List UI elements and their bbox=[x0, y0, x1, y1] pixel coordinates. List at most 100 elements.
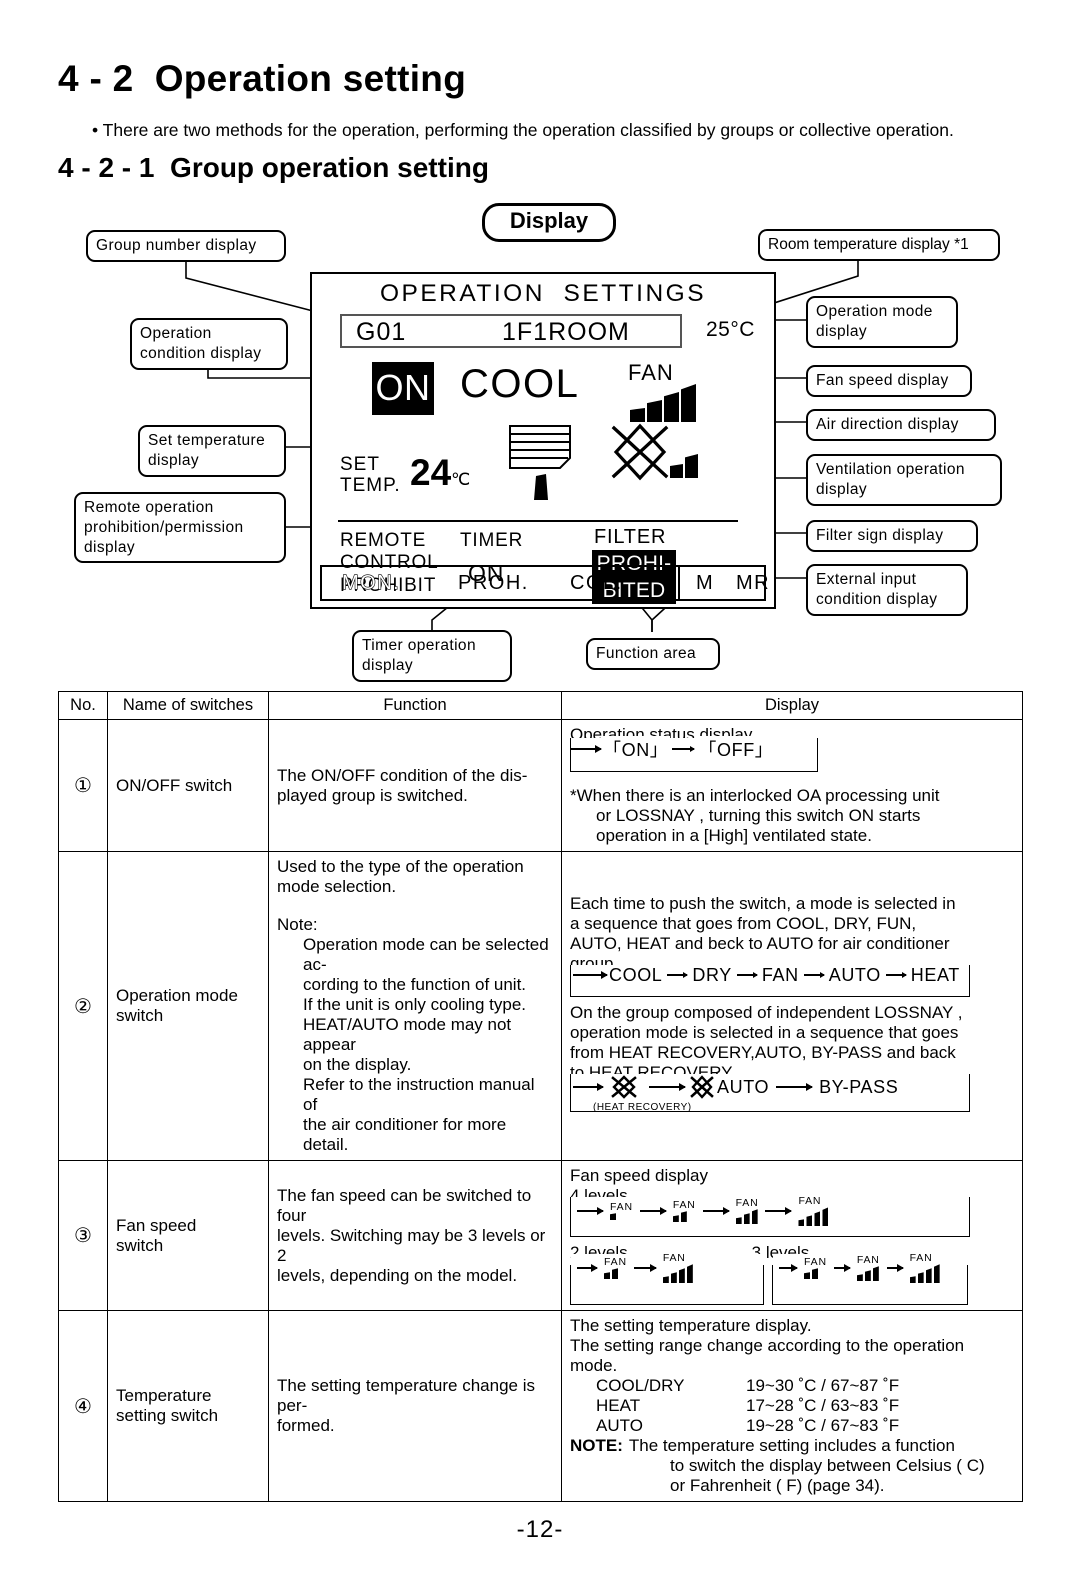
row3-no: ③ bbox=[58, 1160, 108, 1311]
arrow-icon bbox=[736, 971, 758, 978]
function-area-divider bbox=[678, 567, 680, 599]
callout-external-input: External input condition display bbox=[806, 564, 968, 616]
table-row: ③ Fan speed switch The fan speed can be … bbox=[58, 1160, 1023, 1311]
arrow-icon bbox=[779, 1263, 798, 1272]
callout-group-number: Group number display bbox=[86, 230, 286, 262]
mode-sequence-lossnay: AUTO BY-PASS (HEAT RECOVERY) bbox=[570, 1074, 970, 1113]
callout-function-area: Function area bbox=[586, 638, 720, 670]
fan-speed-icon: FAN bbox=[607, 1202, 636, 1221]
arrow-icon bbox=[765, 1206, 793, 1215]
function-key-mr[interactable]: MR bbox=[736, 572, 770, 595]
table-row: ④ Temperature setting switch The setting… bbox=[58, 1310, 1023, 1502]
fan-speed-icon: FAN bbox=[906, 1253, 943, 1284]
row4-display: The setting temperature display. The set… bbox=[561, 1310, 1023, 1502]
lcd-set-temp-value: 24℃ bbox=[410, 452, 471, 493]
lcd-operation-mode: COOL bbox=[460, 362, 580, 406]
arrow-icon bbox=[833, 1263, 851, 1272]
arrow-icon bbox=[649, 1082, 686, 1091]
row4-no: ④ bbox=[58, 1310, 108, 1502]
fan-speed-icon: FAN bbox=[732, 1198, 762, 1225]
heat-recovery-icon bbox=[603, 1075, 645, 1099]
row1-no: ① bbox=[58, 719, 108, 852]
lcd-operation-status: ON bbox=[372, 362, 434, 415]
fan-speed-icon: FAN bbox=[669, 1200, 699, 1223]
on-off-sequence: 「ON」 「OFF」 bbox=[570, 736, 818, 772]
row2-name: Operation mode switch bbox=[107, 851, 269, 1161]
lcd-group-number: G01 bbox=[356, 318, 407, 346]
lcd-room-name: 1F1ROOM bbox=[502, 318, 630, 346]
arrow-icon bbox=[702, 1206, 730, 1215]
function-key-m[interactable]: M bbox=[696, 572, 714, 595]
fan-speed-icon: FAN bbox=[601, 1257, 630, 1280]
arrow-icon bbox=[776, 1082, 814, 1091]
callout-air-direction: Air direction display bbox=[806, 409, 996, 441]
fan-sequence-4: FAN FAN FAN FAN bbox=[570, 1196, 970, 1237]
callout-room-temperature: Room temperature display *1 bbox=[758, 229, 1000, 261]
arrow-icon bbox=[573, 970, 608, 979]
row2-no: ② bbox=[58, 851, 108, 1161]
row2-function: Used to the type of the operation mode s… bbox=[268, 851, 562, 1161]
lcd-room-temperature: 25°C bbox=[706, 318, 755, 341]
row3-function: The fan speed can be switched to four le… bbox=[268, 1160, 562, 1311]
row1-function: The ON/OFF condition of the dis- played … bbox=[268, 719, 562, 852]
row2-display: Each time to push the switch, a mode is … bbox=[561, 851, 1023, 1161]
row1-display: Operation status display 「ON」 「OFF」 *Whe… bbox=[561, 719, 1023, 852]
callout-ventilation: Ventilation operation display bbox=[806, 454, 1002, 506]
lcd-fan-label: FAN bbox=[628, 360, 674, 385]
callout-set-temperature: Set temperature display bbox=[138, 425, 286, 477]
air-direction-icon bbox=[509, 425, 571, 500]
page-number: -12- bbox=[516, 1516, 564, 1543]
row1-name: ON/OFF switch bbox=[107, 719, 269, 852]
callout-fan-speed: Fan speed display bbox=[806, 365, 972, 397]
arrow-icon bbox=[672, 745, 696, 752]
heat-recovery-caption: (HEAT RECOVERY) bbox=[593, 1102, 692, 1113]
lcd-title: OPERATION SETTINGS bbox=[379, 280, 707, 307]
arrow-icon bbox=[885, 971, 907, 978]
ventilation-icon bbox=[611, 423, 669, 481]
callout-remote-operation: Remote operation prohibition/permission … bbox=[74, 492, 286, 564]
lcd-function-area: MON. PROH. COL. M MR bbox=[320, 565, 769, 601]
function-key-col[interactable]: COL. bbox=[570, 572, 623, 595]
row3-display: Fan speed display 4 levels FAN FAN FAN FAN … bbox=[561, 1160, 1023, 1311]
callout-timer-operation: Timer operation display bbox=[352, 630, 512, 682]
fan-speed-icon bbox=[630, 384, 696, 427]
lcd-timer-label: TIMER bbox=[460, 530, 524, 551]
heat-recovery-icon bbox=[689, 1075, 715, 1099]
function-key-mon[interactable]: MON. bbox=[341, 571, 400, 595]
lcd-set-temp-label: SET TEMP. bbox=[340, 454, 401, 497]
callout-operation-mode: Operation mode display bbox=[806, 296, 958, 348]
arrow-icon bbox=[886, 1263, 904, 1272]
arrow-icon bbox=[667, 971, 689, 978]
fan-speed-icon: FAN bbox=[801, 1257, 830, 1280]
fan-sequence-3: FAN FAN FAN bbox=[772, 1253, 968, 1305]
arrow-icon bbox=[577, 1206, 604, 1215]
arrow-icon bbox=[573, 1082, 604, 1091]
note-block: NOTE: The temperature setting includes a… bbox=[570, 1436, 955, 1455]
lcd-group-box: G01 1F1ROOM bbox=[340, 314, 682, 348]
lcd-divider bbox=[338, 520, 738, 522]
mode-sequence-aircon: COOL DRY FAN AUTO HEAT bbox=[570, 964, 970, 997]
arrow-icon bbox=[639, 1206, 667, 1215]
row4-function: The setting temperature change is per- f… bbox=[268, 1310, 562, 1502]
range-row: COOL/DRY 19~30 ˚C / 67~87 ˚F bbox=[596, 1376, 900, 1395]
lcd-display-panel: OPERATION SETTINGS G01 1F1ROOM 25°C ON C… bbox=[310, 272, 776, 609]
fan-sequence-2: FAN FAN bbox=[570, 1253, 764, 1305]
fan-speed-icon: FAN bbox=[659, 1253, 696, 1284]
function-key-proh[interactable]: PROH. bbox=[458, 572, 529, 595]
arrow-icon bbox=[803, 971, 825, 978]
switch-function-table: No. Name of switches Function Display ① … bbox=[58, 691, 1023, 1502]
lcd-filter-label: FILTER bbox=[594, 526, 667, 548]
table-row: ① ON/OFF switch The ON/OFF condition of … bbox=[58, 719, 1023, 852]
callout-operation-condition: Operation condition display bbox=[130, 318, 288, 370]
range-row: AUTO 19~28 ˚C / 67~83 ˚F bbox=[596, 1416, 900, 1435]
display-badge: Display bbox=[482, 203, 616, 242]
fan-speed-icon: FAN bbox=[853, 1255, 883, 1282]
table-row: ② Operation mode switch Used to the type… bbox=[58, 851, 1023, 1161]
callout-filter-sign: Filter sign display bbox=[806, 520, 978, 552]
fan-speed-icon: FAN bbox=[795, 1196, 832, 1227]
ventilation-fan-icon bbox=[670, 454, 698, 483]
arrow-icon bbox=[577, 1263, 598, 1272]
arrow-icon bbox=[571, 744, 602, 753]
range-row: HEAT 17~28 ˚C / 63~83 ˚F bbox=[596, 1396, 900, 1415]
row4-name: Temperature setting switch bbox=[107, 1310, 269, 1502]
